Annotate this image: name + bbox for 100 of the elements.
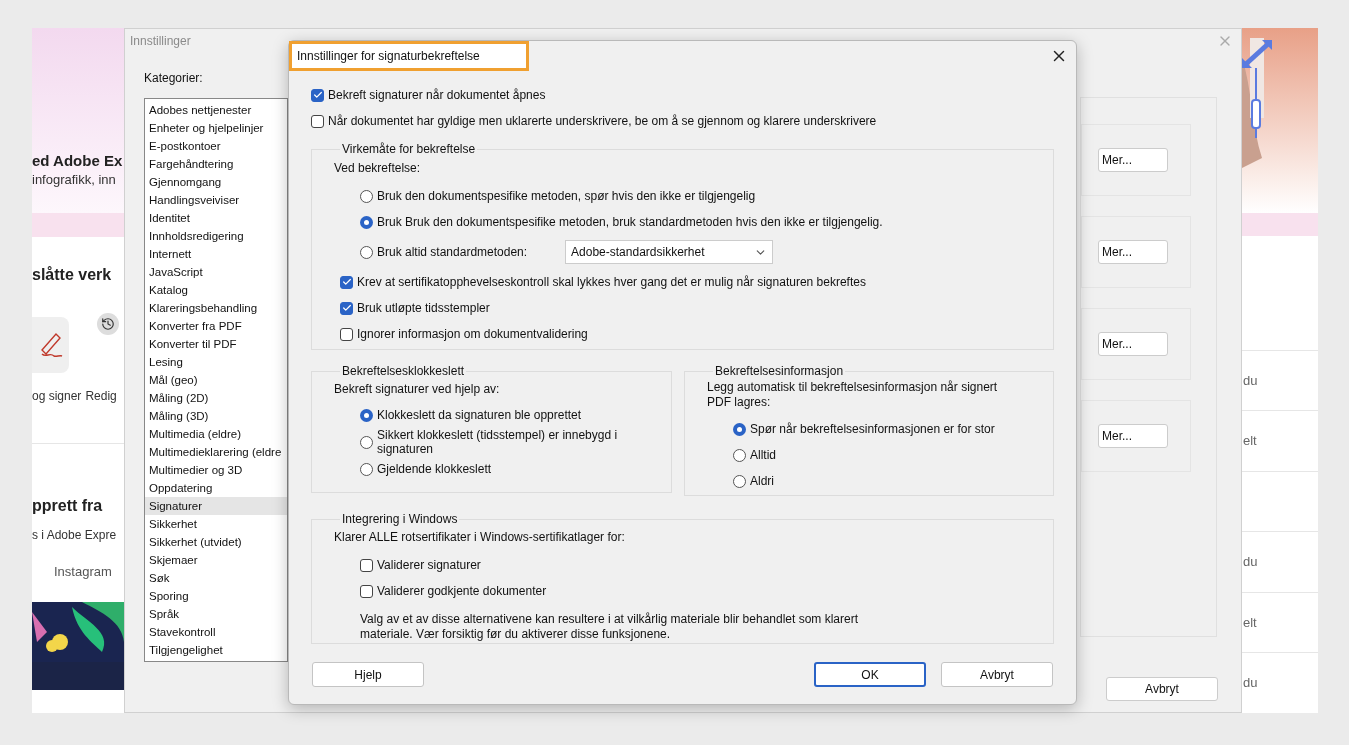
- category-item[interactable]: Måling (2D): [145, 389, 287, 407]
- category-item[interactable]: Sporing: [145, 587, 287, 605]
- dialog-title: Innstillinger for signaturbekreftelse: [289, 41, 529, 71]
- checkbox[interactable]: [340, 301, 353, 315]
- row-text: du: [1243, 371, 1258, 390]
- category-item[interactable]: Tilgjengelighet: [145, 641, 287, 659]
- category-item[interactable]: Identitet: [145, 209, 287, 227]
- warning-note: Valg av et av disse alternativene kan resultere i at vilkårlig materiale blir behandlet som klarert materiale. Vær forsiktig før du aktiverer disse funksjonene.: [359, 612, 860, 642]
- option-label: Krev at sertifikatopphevelseskontroll skal lykkes hver gang det er mulig når signaturen bekreftes: [357, 274, 866, 291]
- category-item[interactable]: Måling (3D): [145, 407, 287, 425]
- check-icon: [341, 277, 352, 287]
- category-item[interactable]: Katalog: [145, 281, 287, 299]
- row-text: du: [1243, 553, 1258, 572]
- more-button[interactable]: Mer...: [1098, 148, 1168, 172]
- option-label: Alltid: [750, 447, 776, 464]
- row-text: du: [1243, 674, 1258, 693]
- more-button[interactable]: Mer...: [1098, 240, 1168, 264]
- group-title: Virkemåte for bekreftelse: [341, 141, 477, 158]
- category-item[interactable]: Sikkerhet: [145, 515, 287, 533]
- category-item[interactable]: Innholdsredigering: [145, 227, 287, 245]
- category-item[interactable]: Konverter til PDF: [145, 335, 287, 353]
- option-label: Bruk Bruk den dokumentspesifike metoden, bruk standardmetoden hvis den ikke er tilgjengelig.: [377, 214, 883, 231]
- category-item[interactable]: Handlingsveiviser: [145, 191, 287, 209]
- radio-button[interactable]: [360, 408, 373, 422]
- option-label: Validerer signaturer: [377, 557, 481, 574]
- cancel-button[interactable]: Avbryt: [1106, 677, 1218, 701]
- checkbox[interactable]: [311, 114, 324, 128]
- category-item[interactable]: E-postkontoer: [145, 137, 287, 155]
- category-item[interactable]: Multimedier og 3D: [145, 461, 287, 479]
- option-label: Bruk den dokumentspesifike metoden, spør hvis den ikke er tilgjengelig: [377, 188, 756, 205]
- category-item[interactable]: Oppdatering: [145, 479, 287, 497]
- more-button[interactable]: Mer...: [1098, 332, 1168, 356]
- group-title: Bekreftelsesklokkeslett: [341, 363, 466, 380]
- group-title: Integrering i Windows: [341, 511, 459, 528]
- category-item[interactable]: Lesing: [145, 353, 287, 371]
- radio-button[interactable]: [733, 422, 746, 436]
- categories-label: Kategorier:: [144, 70, 204, 87]
- radio-button[interactable]: [360, 215, 373, 229]
- option-label: Spør når bekreftelsesinformasjonen er for stor: [750, 421, 995, 438]
- tool-label: Redig: [85, 388, 117, 405]
- radio-button[interactable]: [360, 189, 373, 203]
- option-label: Aldri: [750, 473, 774, 490]
- section-title: pprett fra: [32, 496, 104, 516]
- group-prompt: Legg automatisk til bekreftelsesinformasjon når signert PDF lagres:: [707, 380, 999, 410]
- option-label: Bruk altid standardmetoden:: [377, 244, 528, 261]
- section-title: slåtte verk: [32, 265, 113, 285]
- radio-button[interactable]: [360, 245, 373, 259]
- checkbox[interactable]: [340, 275, 353, 289]
- category-item[interactable]: Fargehåndtering: [145, 155, 287, 173]
- tab[interactable]: Instagram: [54, 562, 124, 582]
- checkbox[interactable]: [311, 88, 324, 102]
- history-icon[interactable]: [97, 313, 119, 335]
- checkbox[interactable]: [360, 584, 373, 598]
- category-item[interactable]: Språk: [145, 605, 287, 623]
- option-label: Validerer godkjente dokumenter: [377, 583, 547, 600]
- category-item[interactable]: Adobes nettjenester: [145, 101, 287, 119]
- option-label: Gjeldende klokkeslett: [377, 462, 493, 476]
- window-title: Innstillinger: [130, 33, 191, 50]
- category-item[interactable]: Enheter og hjelpelinjer: [145, 119, 287, 137]
- option-label: Når dokumentet har gyldige men uklarerte underskrivere, be om å se gjennom og klarere underskrivere: [328, 113, 877, 130]
- category-item[interactable]: Internett: [145, 245, 287, 263]
- option-label: Bruk utløpte tidsstempler: [357, 300, 490, 317]
- category-item[interactable]: Gjennomgang: [145, 173, 287, 191]
- category-item[interactable]: Konverter fra PDF: [145, 317, 287, 335]
- option-label: Bekreft signaturer når dokumentet åpnes: [328, 87, 546, 104]
- checkbox[interactable]: [360, 558, 373, 572]
- category-item[interactable]: Mål (geo): [145, 371, 287, 389]
- category-item[interactable]: Multimedia (eldre): [145, 425, 287, 443]
- option-label: Sikkert klokkeslett (tidsstempel) er innebygd i signaturen: [377, 428, 619, 456]
- category-item[interactable]: Skjemaer: [145, 551, 287, 569]
- category-item[interactable]: Sikkerhet (utvidet): [145, 533, 287, 551]
- radio-button[interactable]: [733, 474, 746, 488]
- page-subtitle: infografikk, inn: [32, 170, 117, 189]
- radio-button[interactable]: [733, 448, 746, 462]
- group-prompt: Klarer ALLE rotsertifikater i Windows-sertifikatlager for:: [334, 529, 626, 546]
- tool-tile[interactable]: [32, 317, 69, 373]
- dialog-button[interactable]: Avbryt: [941, 662, 1053, 687]
- category-item[interactable]: Signaturer: [145, 497, 287, 515]
- category-item[interactable]: Klareringsbehandling: [145, 299, 287, 317]
- group-prompt: Bekreft signaturer ved hjelp av:: [334, 381, 501, 398]
- tool-label: og signer: [32, 388, 82, 405]
- category-item[interactable]: JavaScript: [145, 263, 287, 281]
- option-label: Ignorer informasjon om dokumentvalidering: [357, 326, 588, 343]
- group-title: Bekreftelsesinformasjon: [714, 363, 845, 380]
- check-icon: [312, 90, 323, 100]
- section-subtitle: s i Adobe Expre: [32, 527, 118, 544]
- method-dropdown[interactable]: Adobe-standardsikkerhet: [565, 240, 774, 264]
- check-icon: [341, 303, 352, 313]
- radio-button[interactable]: [360, 462, 373, 476]
- category-item[interactable]: Søk: [145, 569, 287, 587]
- row-text: elt: [1243, 613, 1257, 632]
- checkbox[interactable]: [340, 327, 353, 341]
- category-item[interactable]: Multimedieklarering (eldre: [145, 443, 287, 461]
- more-button[interactable]: Mer...: [1098, 424, 1168, 448]
- page-heading: ed Adobe Ex: [32, 151, 124, 170]
- dialog-button[interactable]: Hjelp: [312, 662, 424, 687]
- dialog-button[interactable]: OK: [814, 662, 926, 687]
- radio-button[interactable]: [360, 435, 373, 449]
- category-item[interactable]: Stavekontroll: [145, 623, 287, 641]
- group-prompt: Ved bekreftelse:: [334, 160, 422, 177]
